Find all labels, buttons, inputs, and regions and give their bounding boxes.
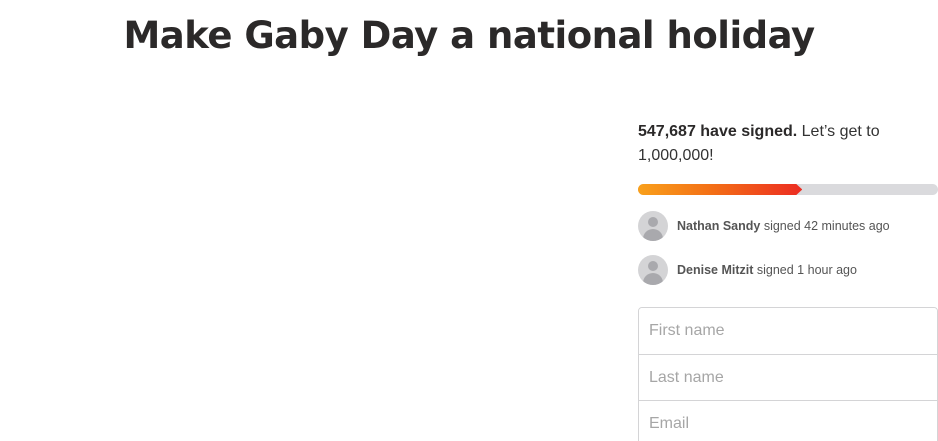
- petition-page: Make Gaby Day a national holiday 547,687…: [0, 0, 938, 441]
- avatar-head-icon: [648, 217, 658, 227]
- signer-row: Nathan Sandy signed 42 minutes ago: [638, 211, 938, 241]
- email-input[interactable]: [639, 400, 937, 441]
- page-title: Make Gaby Day a national holiday: [123, 14, 815, 57]
- signer-name: Nathan Sandy: [677, 219, 761, 233]
- avatar-body-icon: [643, 273, 663, 285]
- signer-row: Denise Mitzit signed 1 hour ago: [638, 255, 938, 285]
- avatar: [638, 211, 668, 241]
- signer-action: signed 1 hour ago: [753, 263, 857, 277]
- avatar: [638, 255, 668, 285]
- signature-count-text: 547,687 have signed. Let’s get to 1,000,…: [638, 120, 938, 168]
- signer-action: signed 42 minutes ago: [760, 219, 890, 233]
- last-name-input[interactable]: [639, 354, 937, 400]
- signed-count: 547,687 have signed.: [638, 123, 798, 140]
- signature-sidebar: 547,687 have signed. Let’s get to 1,000,…: [638, 120, 938, 441]
- signer-name: Denise Mitzit: [677, 263, 754, 277]
- recent-signers-list: Nathan Sandy signed 42 minutes ago Denis…: [638, 211, 938, 285]
- signature-form: [638, 307, 938, 441]
- progress-fill: [638, 184, 802, 195]
- signer-text: Denise Mitzit signed 1 hour ago: [677, 263, 857, 277]
- signer-text: Nathan Sandy signed 42 minutes ago: [677, 219, 890, 233]
- avatar-body-icon: [643, 229, 663, 241]
- progress-bar: [638, 184, 938, 195]
- avatar-head-icon: [648, 261, 658, 271]
- first-name-input[interactable]: [639, 308, 937, 354]
